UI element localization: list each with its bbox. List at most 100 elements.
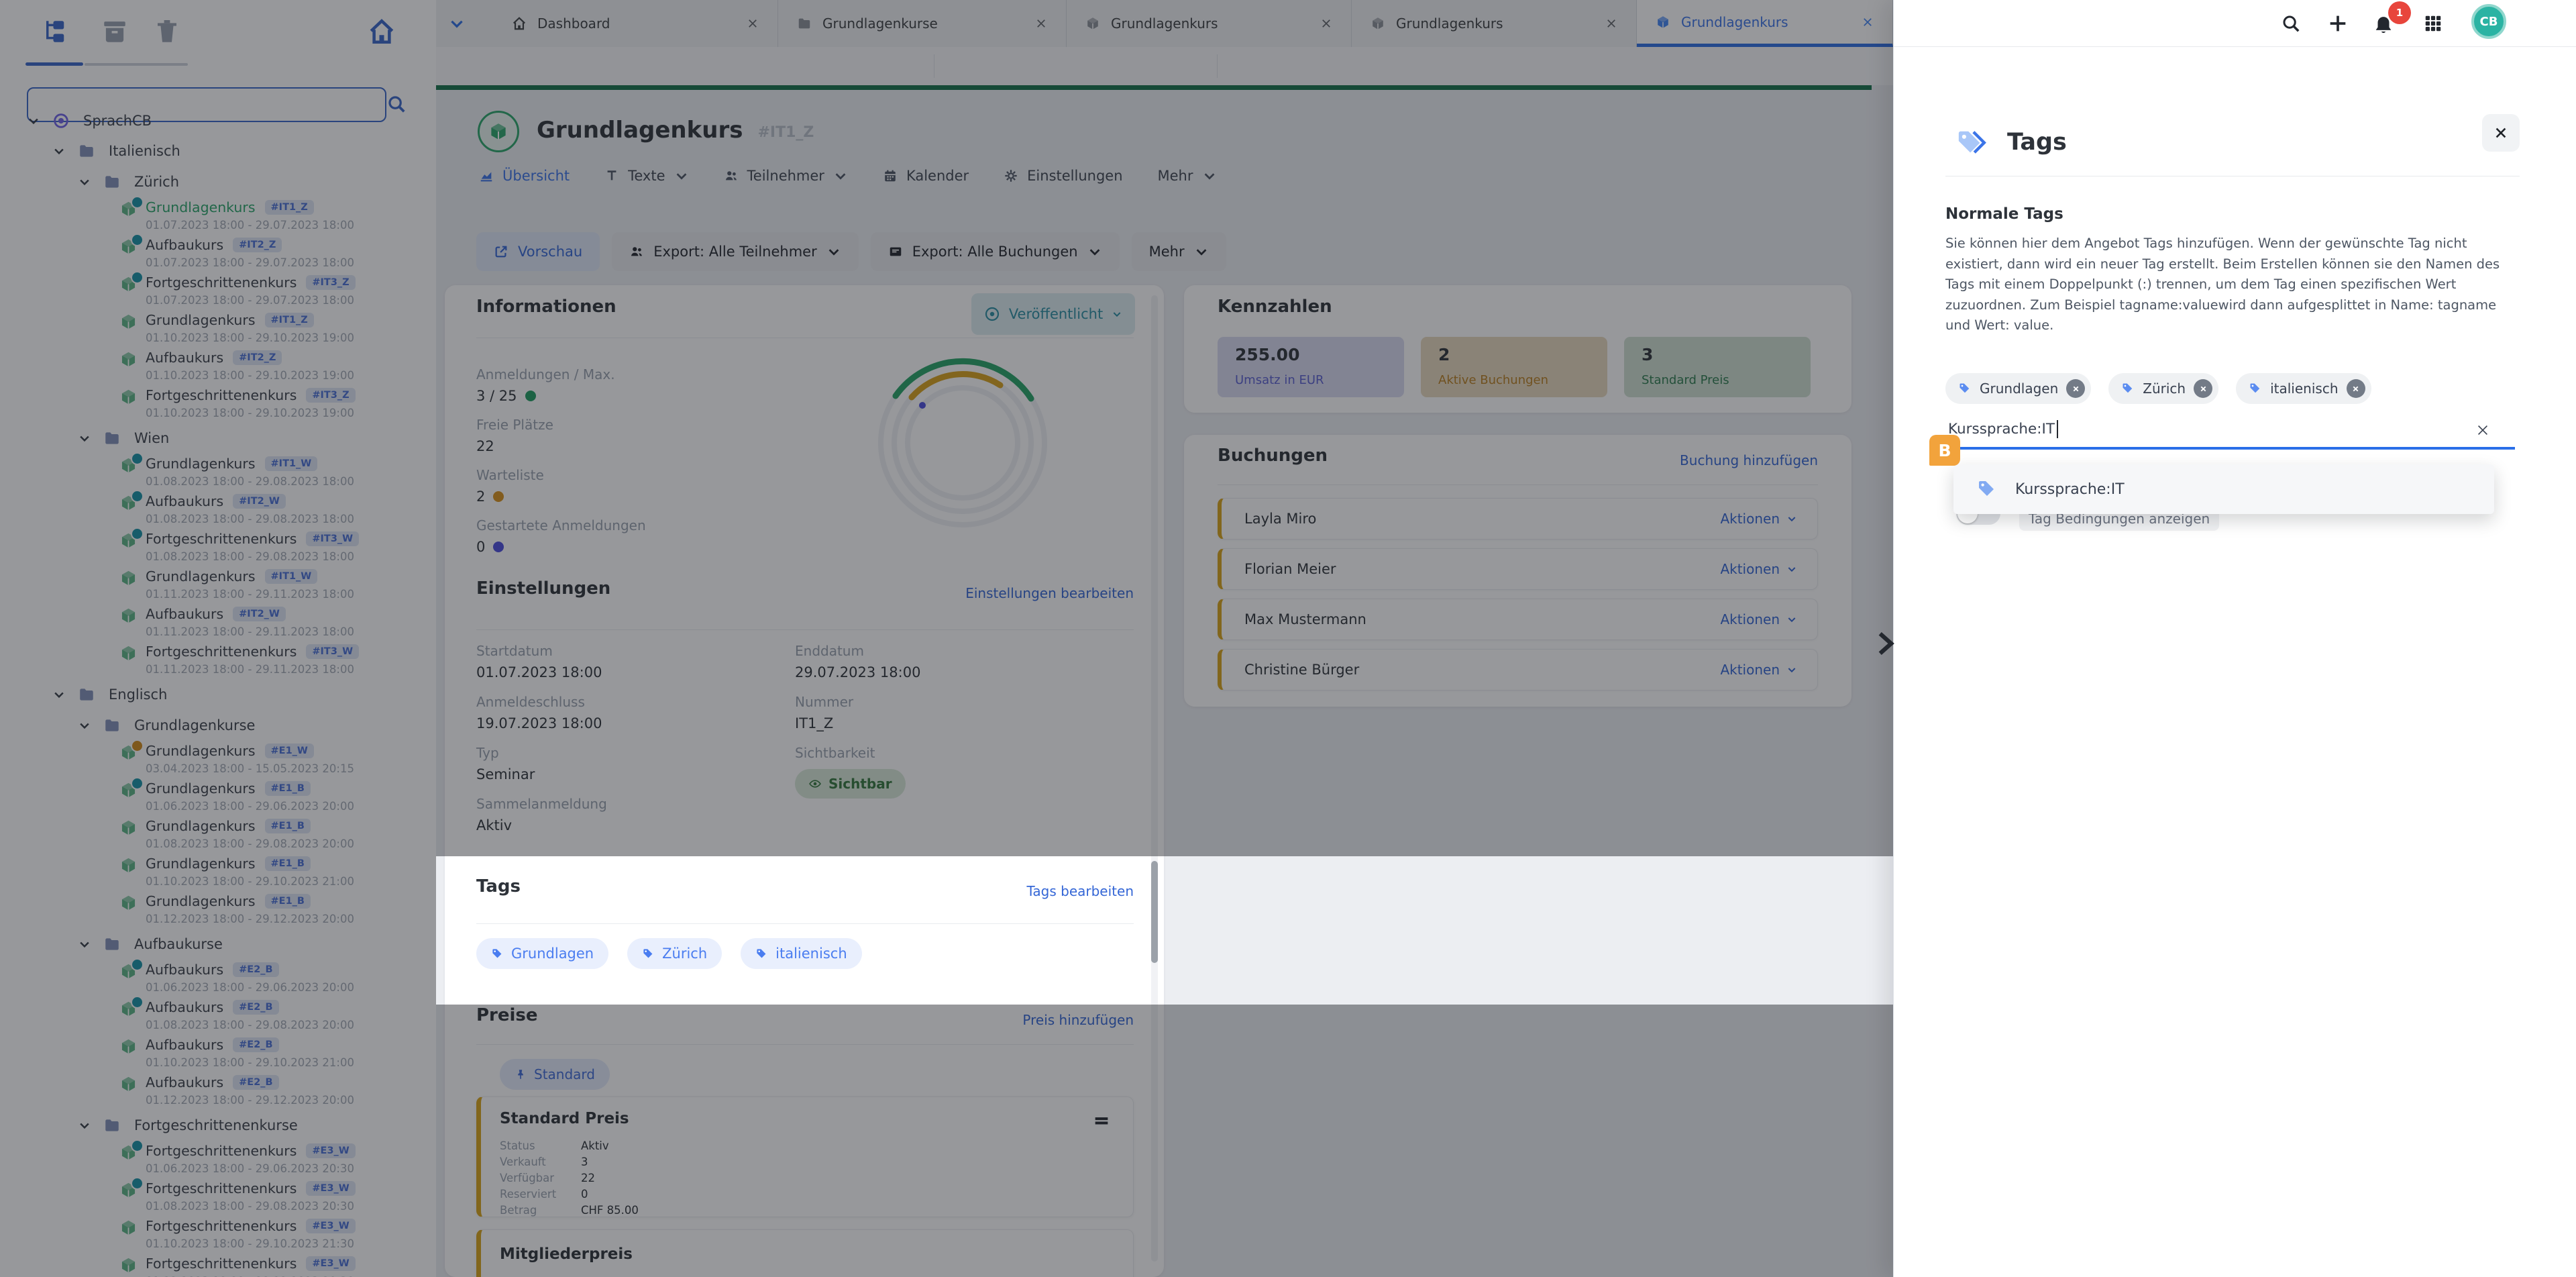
chevron-down-icon[interactable] bbox=[78, 1119, 91, 1132]
close-tab-icon[interactable] bbox=[1035, 17, 1047, 30]
course-tab-einstellungen[interactable]: Einstellungen bbox=[1004, 168, 1122, 184]
chevron-down-icon[interactable] bbox=[78, 175, 91, 189]
tree-course-item[interactable]: Fortgeschrittenenkurs#E3_W 01.12.2023 18… bbox=[0, 1254, 436, 1277]
tree-course-item[interactable]: Fortgeschrittenenkurs#E3_W 01.06.2023 18… bbox=[0, 1141, 436, 1178]
booking-row[interactable]: Max Mustermann Aktionen bbox=[1218, 599, 1818, 640]
tag-suggestion-item[interactable]: Kurssprache:IT bbox=[1953, 464, 2494, 514]
tab-grundlagenkurs[interactable]: Grundlagenkurs bbox=[1352, 0, 1637, 47]
drawer-tag-chip-zürich[interactable]: Zürich bbox=[2108, 373, 2218, 404]
add-icon[interactable] bbox=[2326, 12, 2349, 35]
tab-grundlagenkurs[interactable]: Grundlagenkurs bbox=[1637, 0, 1893, 47]
tree-view-icon[interactable] bbox=[42, 17, 70, 46]
avatar[interactable]: CB bbox=[2471, 4, 2506, 39]
tab-grundlagenkurse[interactable]: Grundlagenkurse bbox=[778, 0, 1067, 47]
trash-icon[interactable] bbox=[153, 17, 181, 46]
tree-folder-item[interactable]: Englisch bbox=[0, 679, 436, 710]
booking-row[interactable]: Florian Meier Aktionen bbox=[1218, 548, 1818, 590]
drawer-tag-chip-grundlagen[interactable]: Grundlagen bbox=[1945, 373, 2091, 404]
tree-course-item[interactable]: Grundlagenkurs#IT1_Z 01.10.2023 18:00 - … bbox=[0, 310, 436, 348]
chevron-down-icon[interactable] bbox=[78, 719, 91, 732]
booking-row[interactable]: Layla Miro Aktionen bbox=[1218, 498, 1818, 540]
tree-course-item[interactable]: Grundlagenkurs#E1_B 01.06.2023 18:00 - 2… bbox=[0, 778, 436, 816]
tree-folder-item[interactable]: Wien bbox=[0, 423, 436, 454]
chevron-down-icon[interactable] bbox=[78, 431, 91, 445]
archive-icon[interactable] bbox=[101, 17, 129, 46]
close-tab-icon[interactable] bbox=[1320, 17, 1332, 30]
tree-course-item[interactable]: Grundlagenkurs#E1_B 01.08.2023 18:00 - 2… bbox=[0, 816, 436, 854]
booking-actions-button[interactable]: Aktionen bbox=[1720, 611, 1797, 627]
tree-folder-item[interactable]: Fortgeschrittenenkurse bbox=[0, 1110, 436, 1141]
tree-course-item[interactable]: Grundlagenkurs#IT1_Z 01.07.2023 18:00 - … bbox=[0, 197, 436, 235]
tree-course-item[interactable]: Aufbaukurs#E2_B 01.06.2023 18:00 - 29.06… bbox=[0, 960, 436, 997]
add-booking-link[interactable]: Buchung hinzufügen bbox=[1509, 452, 1818, 468]
chevron-down-icon[interactable] bbox=[27, 114, 40, 127]
tree-course-item[interactable]: Fortgeschrittenenkurs#E3_W 01.10.2023 18… bbox=[0, 1216, 436, 1254]
course-tab-übersicht[interactable]: Übersicht bbox=[479, 168, 570, 184]
booking-actions-button[interactable]: Aktionen bbox=[1720, 662, 1797, 678]
tab-dashboard[interactable]: Dashboard bbox=[493, 0, 778, 47]
button-export-alle-buchungen[interactable]: Export: Alle Buchungen bbox=[871, 232, 1120, 271]
edit-settings-link[interactable]: Einstellungen bearbeiten bbox=[698, 585, 1134, 601]
clear-input-icon[interactable] bbox=[2475, 423, 2490, 438]
remove-tag-icon[interactable] bbox=[2194, 379, 2212, 398]
close-tab-icon[interactable] bbox=[1605, 17, 1617, 30]
remove-tag-icon[interactable] bbox=[2066, 379, 2085, 398]
tree-course-item[interactable]: Aufbaukurs#E2_B 01.08.2023 18:00 - 29.08… bbox=[0, 997, 436, 1035]
tree-course-item[interactable]: Aufbaukurs#E2_B 01.12.2023 18:00 - 29.12… bbox=[0, 1072, 436, 1110]
tabs-chevron-down-icon[interactable] bbox=[448, 15, 466, 32]
tree-course-item[interactable]: Grundlagenkurs#E1_B 01.10.2023 18:00 - 2… bbox=[0, 854, 436, 891]
tree-course-item[interactable]: Aufbaukurs#E2_B 01.10.2023 18:00 - 29.10… bbox=[0, 1035, 436, 1072]
tree-root-item[interactable]: SprachCB bbox=[0, 106, 436, 136]
drag-handle-icon[interactable] bbox=[1092, 1111, 1111, 1130]
chevron-down-icon[interactable] bbox=[52, 688, 66, 701]
close-tab-icon[interactable] bbox=[1862, 16, 1874, 28]
remove-tag-icon[interactable] bbox=[2347, 379, 2365, 398]
global-search-icon[interactable] bbox=[2281, 13, 2301, 34]
tree-course-item[interactable]: Aufbaukurs#IT2_Z 01.10.2023 18:00 - 29.1… bbox=[0, 348, 436, 385]
tree-course-item[interactable]: Fortgeschrittenenkurs#IT3_Z 01.07.2023 1… bbox=[0, 272, 436, 310]
status-dropdown-button[interactable]: Veröffentlicht bbox=[971, 293, 1135, 335]
tag-input[interactable]: Kurssprache:IT bbox=[1948, 420, 2058, 438]
close-drawer-button[interactable] bbox=[2482, 114, 2520, 152]
tree-course-item[interactable]: Aufbaukurs#IT2_W 01.08.2023 18:00 - 29.0… bbox=[0, 491, 436, 529]
edit-tags-link[interactable]: Tags bearbeiten bbox=[698, 883, 1134, 899]
card-scrollbar-track[interactable] bbox=[1151, 295, 1158, 1262]
chevron-down-icon[interactable] bbox=[78, 937, 91, 951]
collapse-panel-chevron-icon[interactable] bbox=[1870, 627, 1900, 660]
close-tab-icon[interactable] bbox=[747, 17, 759, 30]
tree-course-item[interactable]: Grundlagenkurs#E1_B 01.12.2023 18:00 - 2… bbox=[0, 891, 436, 929]
course-tab-texte[interactable]: Texte bbox=[604, 168, 688, 184]
add-price-link[interactable]: Preis hinzufügen bbox=[698, 1012, 1134, 1028]
tree-course-item[interactable]: Grundlagenkurs#IT1_W 01.11.2023 18:00 - … bbox=[0, 566, 436, 604]
tag-chip-zürich[interactable]: Zürich bbox=[627, 938, 722, 969]
tree-folder-item[interactable]: Aufbaukurse bbox=[0, 929, 436, 960]
course-tab-kalender[interactable]: Kalender bbox=[883, 168, 969, 184]
card-scrollbar-thumb[interactable] bbox=[1151, 861, 1158, 963]
tree-folder-item[interactable]: Grundlagenkurse bbox=[0, 710, 436, 741]
course-tab-teilnehmer[interactable]: Teilnehmer bbox=[724, 168, 848, 184]
tree-course-item[interactable]: Fortgeschrittenenkurs#E3_W 01.08.2023 18… bbox=[0, 1178, 436, 1216]
drawer-tag-chip-italienisch[interactable]: italienisch bbox=[2236, 373, 2371, 404]
booking-row[interactable]: Christine Bürger Aktionen bbox=[1218, 649, 1818, 691]
tree-course-item[interactable]: Aufbaukurs#IT2_Z 01.07.2023 18:00 - 29.0… bbox=[0, 235, 436, 272]
button-mehr[interactable]: Mehr bbox=[1132, 232, 1226, 271]
tag-chip-grundlagen[interactable]: Grundlagen bbox=[476, 938, 608, 969]
home-icon[interactable] bbox=[368, 17, 396, 46]
button-export-alle-teilnehmer[interactable]: Export: Alle Teilnehmer bbox=[612, 232, 859, 271]
tree-course-item[interactable]: Fortgeschrittenenkurs#IT3_W 01.11.2023 1… bbox=[0, 642, 436, 679]
booking-actions-button[interactable]: Aktionen bbox=[1720, 511, 1797, 527]
tree-course-item[interactable]: Fortgeschrittenenkurs#IT3_W 01.08.2023 1… bbox=[0, 529, 436, 566]
tree-course-item[interactable]: Grundlagenkurs#E1_W 03.04.2023 18:00 - 1… bbox=[0, 741, 436, 778]
tree-course-item[interactable]: Fortgeschrittenenkurs#IT3_Z 01.10.2023 1… bbox=[0, 385, 436, 423]
tree-course-item[interactable]: Grundlagenkurs#IT1_W 01.08.2023 18:00 - … bbox=[0, 454, 436, 491]
apps-grid-icon[interactable] bbox=[2423, 13, 2443, 34]
tree-course-item[interactable]: Aufbaukurs#IT2_W 01.11.2023 18:00 - 29.1… bbox=[0, 604, 436, 642]
tab-grundlagenkurs[interactable]: Grundlagenkurs bbox=[1067, 0, 1352, 47]
pinned-price-chip[interactable]: Standard bbox=[500, 1059, 610, 1090]
tag-chip-italienisch[interactable]: italienisch bbox=[741, 938, 861, 969]
course-tab-mehr[interactable]: Mehr bbox=[1158, 168, 1217, 184]
booking-actions-button[interactable]: Aktionen bbox=[1720, 561, 1797, 577]
button-vorschau[interactable]: Vorschau bbox=[476, 232, 600, 271]
tree-folder-item[interactable]: Italienisch bbox=[0, 136, 436, 166]
chevron-down-icon[interactable] bbox=[52, 144, 66, 158]
